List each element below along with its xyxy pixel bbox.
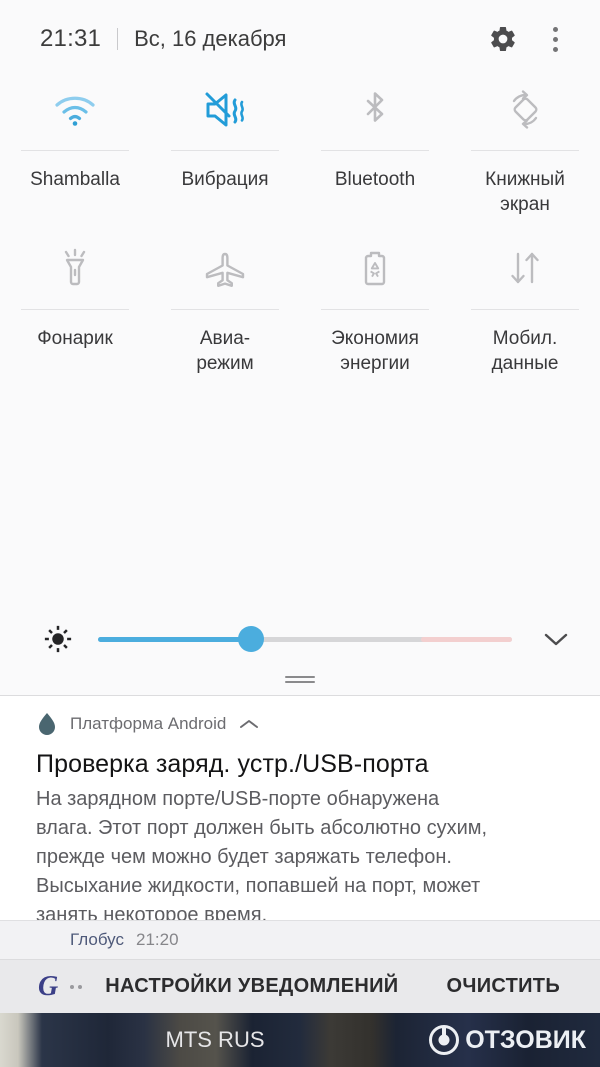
- settings-button[interactable]: [482, 18, 524, 60]
- tile-underline: [471, 150, 579, 151]
- overflow-menu-button[interactable]: [538, 18, 572, 60]
- notification-body: На зарядном порте/USB-порте обнаружена в…: [36, 788, 488, 926]
- tile-label: Bluetooth: [334, 169, 416, 190]
- notification-android-platform[interactable]: Платформа Android Проверка заряд. устр./…: [0, 696, 600, 930]
- more-vertical-icon: [552, 26, 558, 32]
- tile-shamballa[interactable]: Shamballa: [0, 78, 150, 217]
- tile-underline: [321, 150, 429, 151]
- tile-label: Мобил. данные: [491, 328, 559, 374]
- tile-underline: [471, 309, 579, 310]
- chevron-down-icon: [544, 633, 568, 646]
- tile-icon-slot: [450, 78, 600, 142]
- tile-underline: [321, 309, 429, 310]
- expand-brightness-button[interactable]: [534, 617, 578, 661]
- tile-label: Авиа- режим: [196, 328, 254, 374]
- chevron-up-icon[interactable]: [238, 717, 260, 731]
- tile-underline: [21, 309, 129, 310]
- tile-label: Вибрация: [181, 169, 269, 190]
- notification-header: Платформа Android: [36, 710, 576, 738]
- auto-rotate-icon: [512, 90, 538, 129]
- tile-underline: [171, 309, 279, 310]
- airplane-icon: [205, 252, 245, 287]
- site-watermark: ОТЗОВИК: [429, 1025, 586, 1055]
- tile-icon-slot: [150, 78, 300, 142]
- tile-icon-slot: [0, 78, 150, 142]
- clear-all-button[interactable]: ОЧИСТИТЬ: [446, 975, 560, 998]
- tile-vibration[interactable]: Вибрация: [150, 78, 300, 217]
- header-separator: [117, 28, 119, 50]
- tile-label: Книжный экран: [485, 169, 565, 215]
- quick-settings-grid: Shamballa Вибрация Bluetooth Книжный экр…: [0, 78, 600, 376]
- notification-action-bar: G НАСТРОЙКИ УВЕДОМЛЕНИЙ ОЧИСТИТЬ: [0, 959, 600, 1013]
- notification-app-name: Платформа Android: [70, 714, 227, 733]
- brightness-icon: [44, 625, 72, 653]
- lockscreen-wallpaper: MTS RUS ОТЗОВИК: [0, 1013, 600, 1067]
- drag-handle-bar: [285, 681, 315, 683]
- water-drop-icon: [39, 713, 55, 735]
- wifi-icon: [55, 96, 95, 126]
- tile-icon-slot: [300, 237, 450, 301]
- tile-label: Shamballa: [30, 169, 120, 190]
- clock-time: 21:31: [40, 25, 102, 52]
- brightness-row: [0, 608, 600, 670]
- tile-underline: [21, 150, 129, 151]
- tile-icon-slot: [300, 78, 450, 142]
- tile-flashlight[interactable]: Фонарик: [0, 237, 150, 376]
- drag-handle-bar: [285, 676, 315, 678]
- watermark-text: ОТЗОВИК: [465, 1025, 586, 1054]
- quick-settings-screen: 21:31 Вс, 16 декабря Shamballa Вибрация …: [0, 0, 600, 1067]
- vibrate-mute-icon: [205, 92, 244, 127]
- notification-timestamp: 21:20: [136, 930, 179, 949]
- tile-bluetooth[interactable]: Bluetooth: [300, 78, 450, 217]
- notification-globus[interactable]: Глобус 21:20: [0, 921, 600, 959]
- tile-icon-slot: [0, 237, 150, 301]
- slider-track-warm: [420, 636, 512, 642]
- tile-label: Фонарик: [37, 328, 113, 349]
- brightness-slider[interactable]: [98, 626, 512, 652]
- panel-drag-handle[interactable]: [285, 676, 315, 683]
- slider-thumb[interactable]: [238, 626, 265, 652]
- gear-icon: [491, 26, 515, 52]
- tile-screen-rotation[interactable]: Книжный экран: [450, 78, 600, 217]
- notification-title: Проверка заряд. устр./USB-порта: [36, 750, 429, 778]
- notification-settings-button[interactable]: НАСТРОЙКИ УВЕДОМЛЕНИЙ: [105, 975, 398, 998]
- dot-icon: [70, 984, 75, 989]
- tile-underline: [171, 150, 279, 151]
- tile-mobile-data[interactable]: Мобил. данные: [450, 237, 600, 376]
- tile-icon-slot: [150, 237, 300, 301]
- date-label: Вс, 16 декабря: [134, 26, 287, 51]
- more-vertical-icon: [552, 36, 558, 42]
- more-vertical-icon: [552, 46, 558, 52]
- app-dots-indicator: [70, 984, 83, 989]
- notification-app-name: Глобус: [70, 930, 124, 949]
- slider-fill: [98, 636, 252, 642]
- flashlight-icon: [64, 248, 86, 286]
- status-header: 21:31 Вс, 16 декабря: [0, 0, 600, 78]
- power-saving-icon: [364, 251, 386, 286]
- tile-icon-slot: [450, 237, 600, 301]
- mobile-data-icon: [511, 252, 539, 284]
- tile-label: Экономия энергии: [331, 328, 419, 374]
- tile-airplane-mode[interactable]: Авиа- режим: [150, 237, 300, 376]
- dot-icon: [78, 984, 83, 989]
- globus-logo-icon: G: [38, 970, 59, 1002]
- bluetooth-icon: [366, 92, 384, 122]
- notification-list: Платформа Android Проверка заряд. устр./…: [0, 696, 600, 956]
- tile-power-saving[interactable]: Экономия энергии: [300, 237, 450, 376]
- otzovik-logo-icon: [429, 1025, 460, 1055]
- brightness-button[interactable]: [40, 624, 76, 654]
